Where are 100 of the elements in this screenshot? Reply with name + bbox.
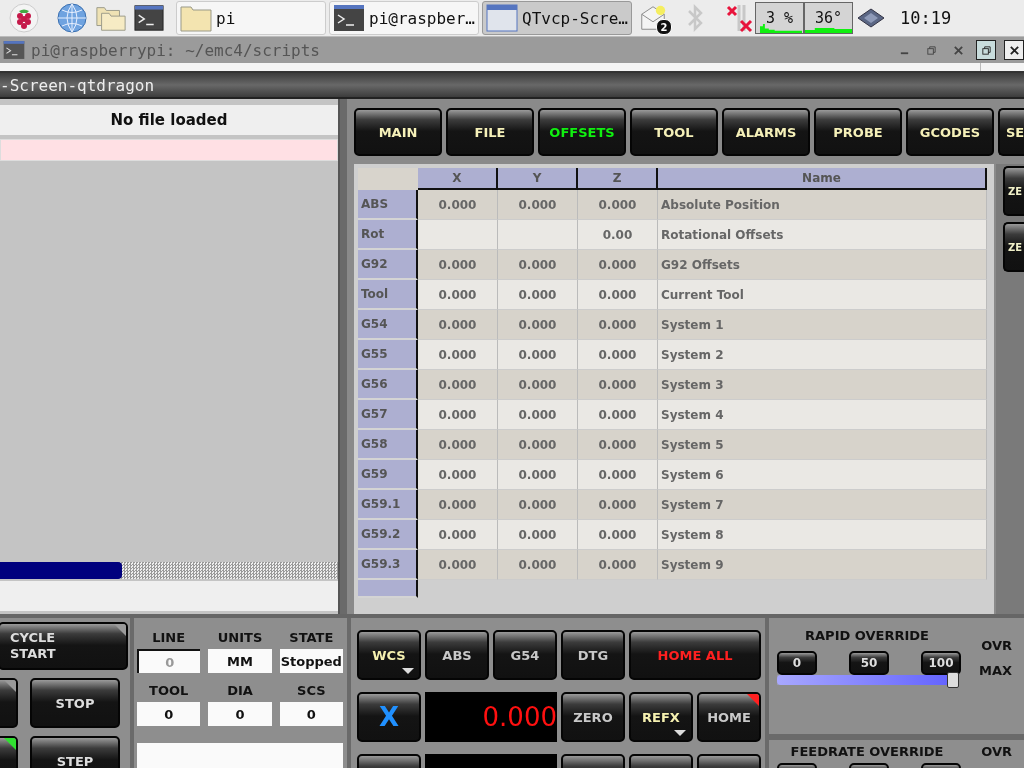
step-button[interactable]: STEP — [30, 736, 120, 768]
window-button[interactable]: QTvcp-Scre… — [482, 1, 632, 35]
side-button[interactable]: ZE — [1003, 166, 1024, 216]
row-header: G59.2 — [358, 520, 418, 550]
preset-button[interactable]: 0 — [777, 651, 817, 675]
table-cell: 0.000 — [498, 550, 578, 580]
table-cell: 0.000 — [418, 460, 498, 490]
table-cell: System 7 — [658, 490, 987, 520]
preset-button[interactable]: 100 — [921, 651, 961, 675]
folder-icon — [180, 4, 212, 32]
tab[interactable]: GCODES — [906, 108, 994, 156]
status-label: SCS — [297, 683, 326, 698]
override-title: RAPID OVERRIDE — [804, 628, 930, 643]
ovr-label: OVR — [981, 638, 1012, 653]
table-cell: System 3 — [658, 370, 987, 400]
restore-button[interactable] — [976, 40, 996, 60]
cpu-meter[interactable]: 3 % — [755, 2, 804, 34]
window-button[interactable]: pi — [176, 1, 326, 35]
table-cell: System 6 — [658, 460, 987, 490]
close-icon — [1008, 44, 1020, 56]
window-button[interactable]: pi@raspber… — [329, 1, 479, 35]
table-cell: 0.000 — [578, 310, 658, 340]
dro-button[interactable]: G54 — [493, 630, 557, 680]
temperature-meter[interactable]: 36° — [804, 2, 853, 34]
position-readout: 0.000 — [425, 692, 557, 742]
dro-button[interactable]: HOME — [697, 692, 761, 742]
table-cell: 0.000 — [578, 550, 658, 580]
pause-button[interactable] — [0, 678, 18, 728]
table-cell: 0.000 — [578, 250, 658, 280]
row-header: G57 — [358, 400, 418, 430]
table-cell: Absolute Position — [658, 190, 987, 220]
max-label: MAX — [978, 663, 1012, 678]
table-cell: 0.000 — [498, 340, 578, 370]
table-cell: System 5 — [658, 430, 987, 460]
table-cell: 0.000 — [418, 310, 498, 340]
table-cell: 0.000 — [498, 400, 578, 430]
dro-button[interactable]: WCS — [357, 630, 421, 680]
ovr-label: OVR — [981, 744, 1012, 759]
table-cell: 0.000 — [498, 460, 578, 490]
dro-button[interactable]: REFX — [629, 692, 693, 742]
table-cell: 0.000 — [578, 460, 658, 490]
status-label: UNITS — [217, 630, 263, 645]
tab[interactable]: ALARMS — [722, 108, 810, 156]
table-cell: 0.000 — [418, 430, 498, 460]
tab[interactable]: SE — [998, 108, 1024, 156]
table-cell: 0.000 — [418, 250, 498, 280]
side-button[interactable]: ZE — [1003, 222, 1024, 272]
cycle-start-button[interactable]: CYCLE START — [0, 622, 128, 670]
notification-badge: 2 — [656, 19, 672, 35]
dro-button[interactable]: ZERO — [561, 692, 625, 742]
restore-icon[interactable] — [926, 44, 937, 56]
tab[interactable]: FILE — [446, 108, 534, 156]
dro-button[interactable]: DTG — [561, 630, 625, 680]
row-header — [358, 580, 418, 598]
status-value: 0 — [137, 649, 201, 673]
globe-icon[interactable] — [56, 2, 88, 34]
window-title: -Screen-qtdragon — [0, 75, 155, 95]
tab[interactable]: TOOL — [630, 108, 718, 156]
row-header: G92 — [358, 250, 418, 280]
tab[interactable]: OFFSETS — [538, 108, 626, 156]
restore-icon — [980, 44, 992, 56]
table-cell: 0.000 — [418, 520, 498, 550]
dro-button[interactable]: ABS — [425, 630, 489, 680]
tab[interactable]: MAIN — [354, 108, 442, 156]
table-cell: 0.000 — [418, 190, 498, 220]
column-header: Name — [658, 168, 987, 190]
clock[interactable]: 10:19 — [900, 8, 952, 28]
terminal-icon — [3, 40, 25, 60]
table-cell: Rotational Offsets — [658, 220, 987, 250]
table-cell: 0.000 — [578, 490, 658, 520]
dro-button[interactable]: HOME ALL — [629, 630, 761, 680]
close-icon[interactable] — [953, 44, 964, 56]
stop-button[interactable]: STOP — [30, 678, 120, 728]
terminal-icon[interactable] — [134, 4, 164, 32]
table-cell: 0.000 — [498, 250, 578, 280]
table-cell: 0.000 — [418, 370, 498, 400]
slider-handle[interactable] — [947, 672, 959, 688]
close-button[interactable] — [1004, 40, 1024, 60]
status-label: STATE — [289, 630, 334, 645]
status-value: 0 — [137, 702, 201, 726]
table-cell: System 8 — [658, 520, 987, 550]
window-title: pi@raspberrypi: ~/emc4/scripts — [31, 40, 320, 60]
table-cell: 0.000 — [498, 310, 578, 340]
table-cell: System 9 — [658, 550, 987, 580]
table-cell: 0.000 — [578, 430, 658, 460]
input-field[interactable] — [0, 581, 338, 611]
axis-button[interactable]: X — [357, 692, 421, 742]
raspberry-icon[interactable] — [8, 2, 40, 34]
row-header: G59.1 — [358, 490, 418, 520]
tab[interactable]: PROBE — [814, 108, 902, 156]
preset-button[interactable]: 50 — [849, 651, 889, 675]
table-cell: 0.000 — [498, 190, 578, 220]
network-disconnected-icon[interactable] — [725, 3, 755, 33]
temperature-graph — [805, 28, 852, 33]
status-value: 0 — [279, 702, 343, 726]
row-header: G55 — [358, 340, 418, 370]
table-cell: System 2 — [658, 340, 987, 370]
terminal-icon — [333, 4, 365, 32]
chip-icon[interactable] — [856, 6, 886, 30]
table-cell: 0.000 — [578, 370, 658, 400]
